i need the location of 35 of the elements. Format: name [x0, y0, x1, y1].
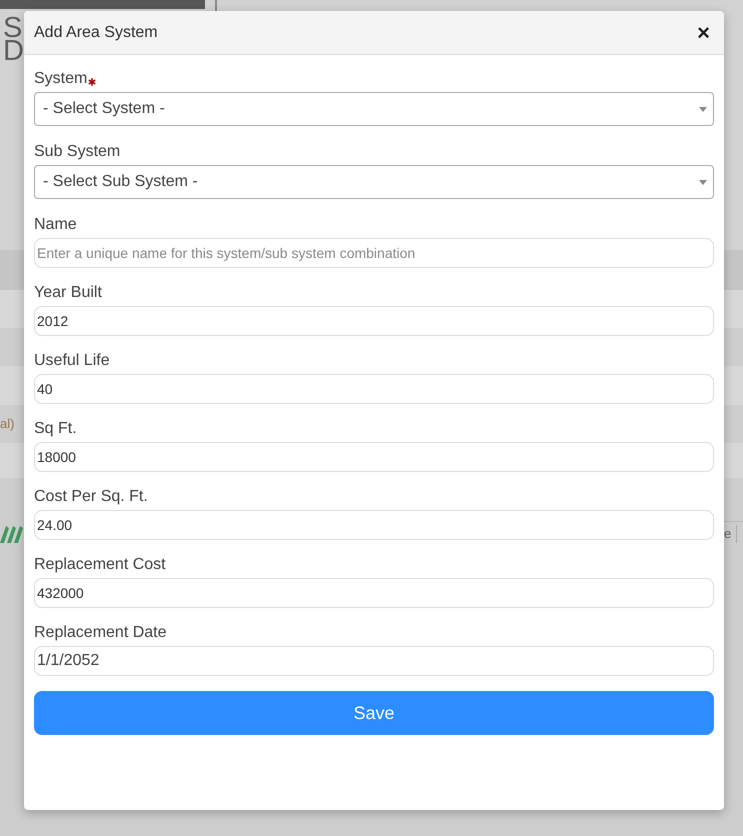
field-label: Useful Life	[34, 351, 110, 371]
table-row	[0, 443, 24, 478]
dialog-title: Add Area System	[34, 22, 158, 42]
input-field[interactable]: Enter a unique name for this system/sub system combination	[34, 238, 714, 268]
field-label: Replacement Cost	[34, 555, 166, 575]
input-field[interactable]: 24.00	[34, 510, 714, 540]
table-row	[0, 366, 24, 405]
table-row	[0, 290, 24, 328]
logo-letter: S	[2, 17, 24, 40]
table-row	[724, 443, 743, 478]
caret-icon	[699, 106, 707, 112]
dropdown[interactable]: - Select Sub System -	[34, 165, 714, 199]
input-field[interactable]: 40	[34, 374, 714, 404]
input-field[interactable]: 18000	[34, 442, 714, 472]
table-row	[724, 290, 743, 328]
field-label: System	[34, 69, 88, 89]
table-header-row	[724, 250, 743, 290]
table-row	[724, 366, 743, 405]
input-field[interactable]: 432000	[34, 578, 714, 608]
field-label: Year Built	[34, 283, 102, 303]
table-header-row	[0, 250, 24, 290]
field-label: Sub System	[34, 142, 120, 162]
input-field[interactable]: 2012	[34, 306, 714, 336]
field-label: Sq Ft.	[34, 419, 77, 439]
field-label: Replacement Date	[34, 623, 167, 643]
logo-letter: D	[2, 40, 24, 63]
field-label: Name	[34, 215, 77, 235]
stripes-logo-icon	[0, 526, 23, 543]
caret-icon	[699, 180, 707, 184]
dropdown[interactable]: - Select System -	[34, 92, 714, 126]
date-field[interactable]: 1/1/2052	[34, 646, 714, 676]
field-label: Cost Per Sq. Ft.	[34, 487, 148, 507]
table-text: al)	[0, 415, 14, 434]
toolbar-text: e	[724, 526, 732, 542]
close-button[interactable]: ×	[693, 22, 714, 44]
